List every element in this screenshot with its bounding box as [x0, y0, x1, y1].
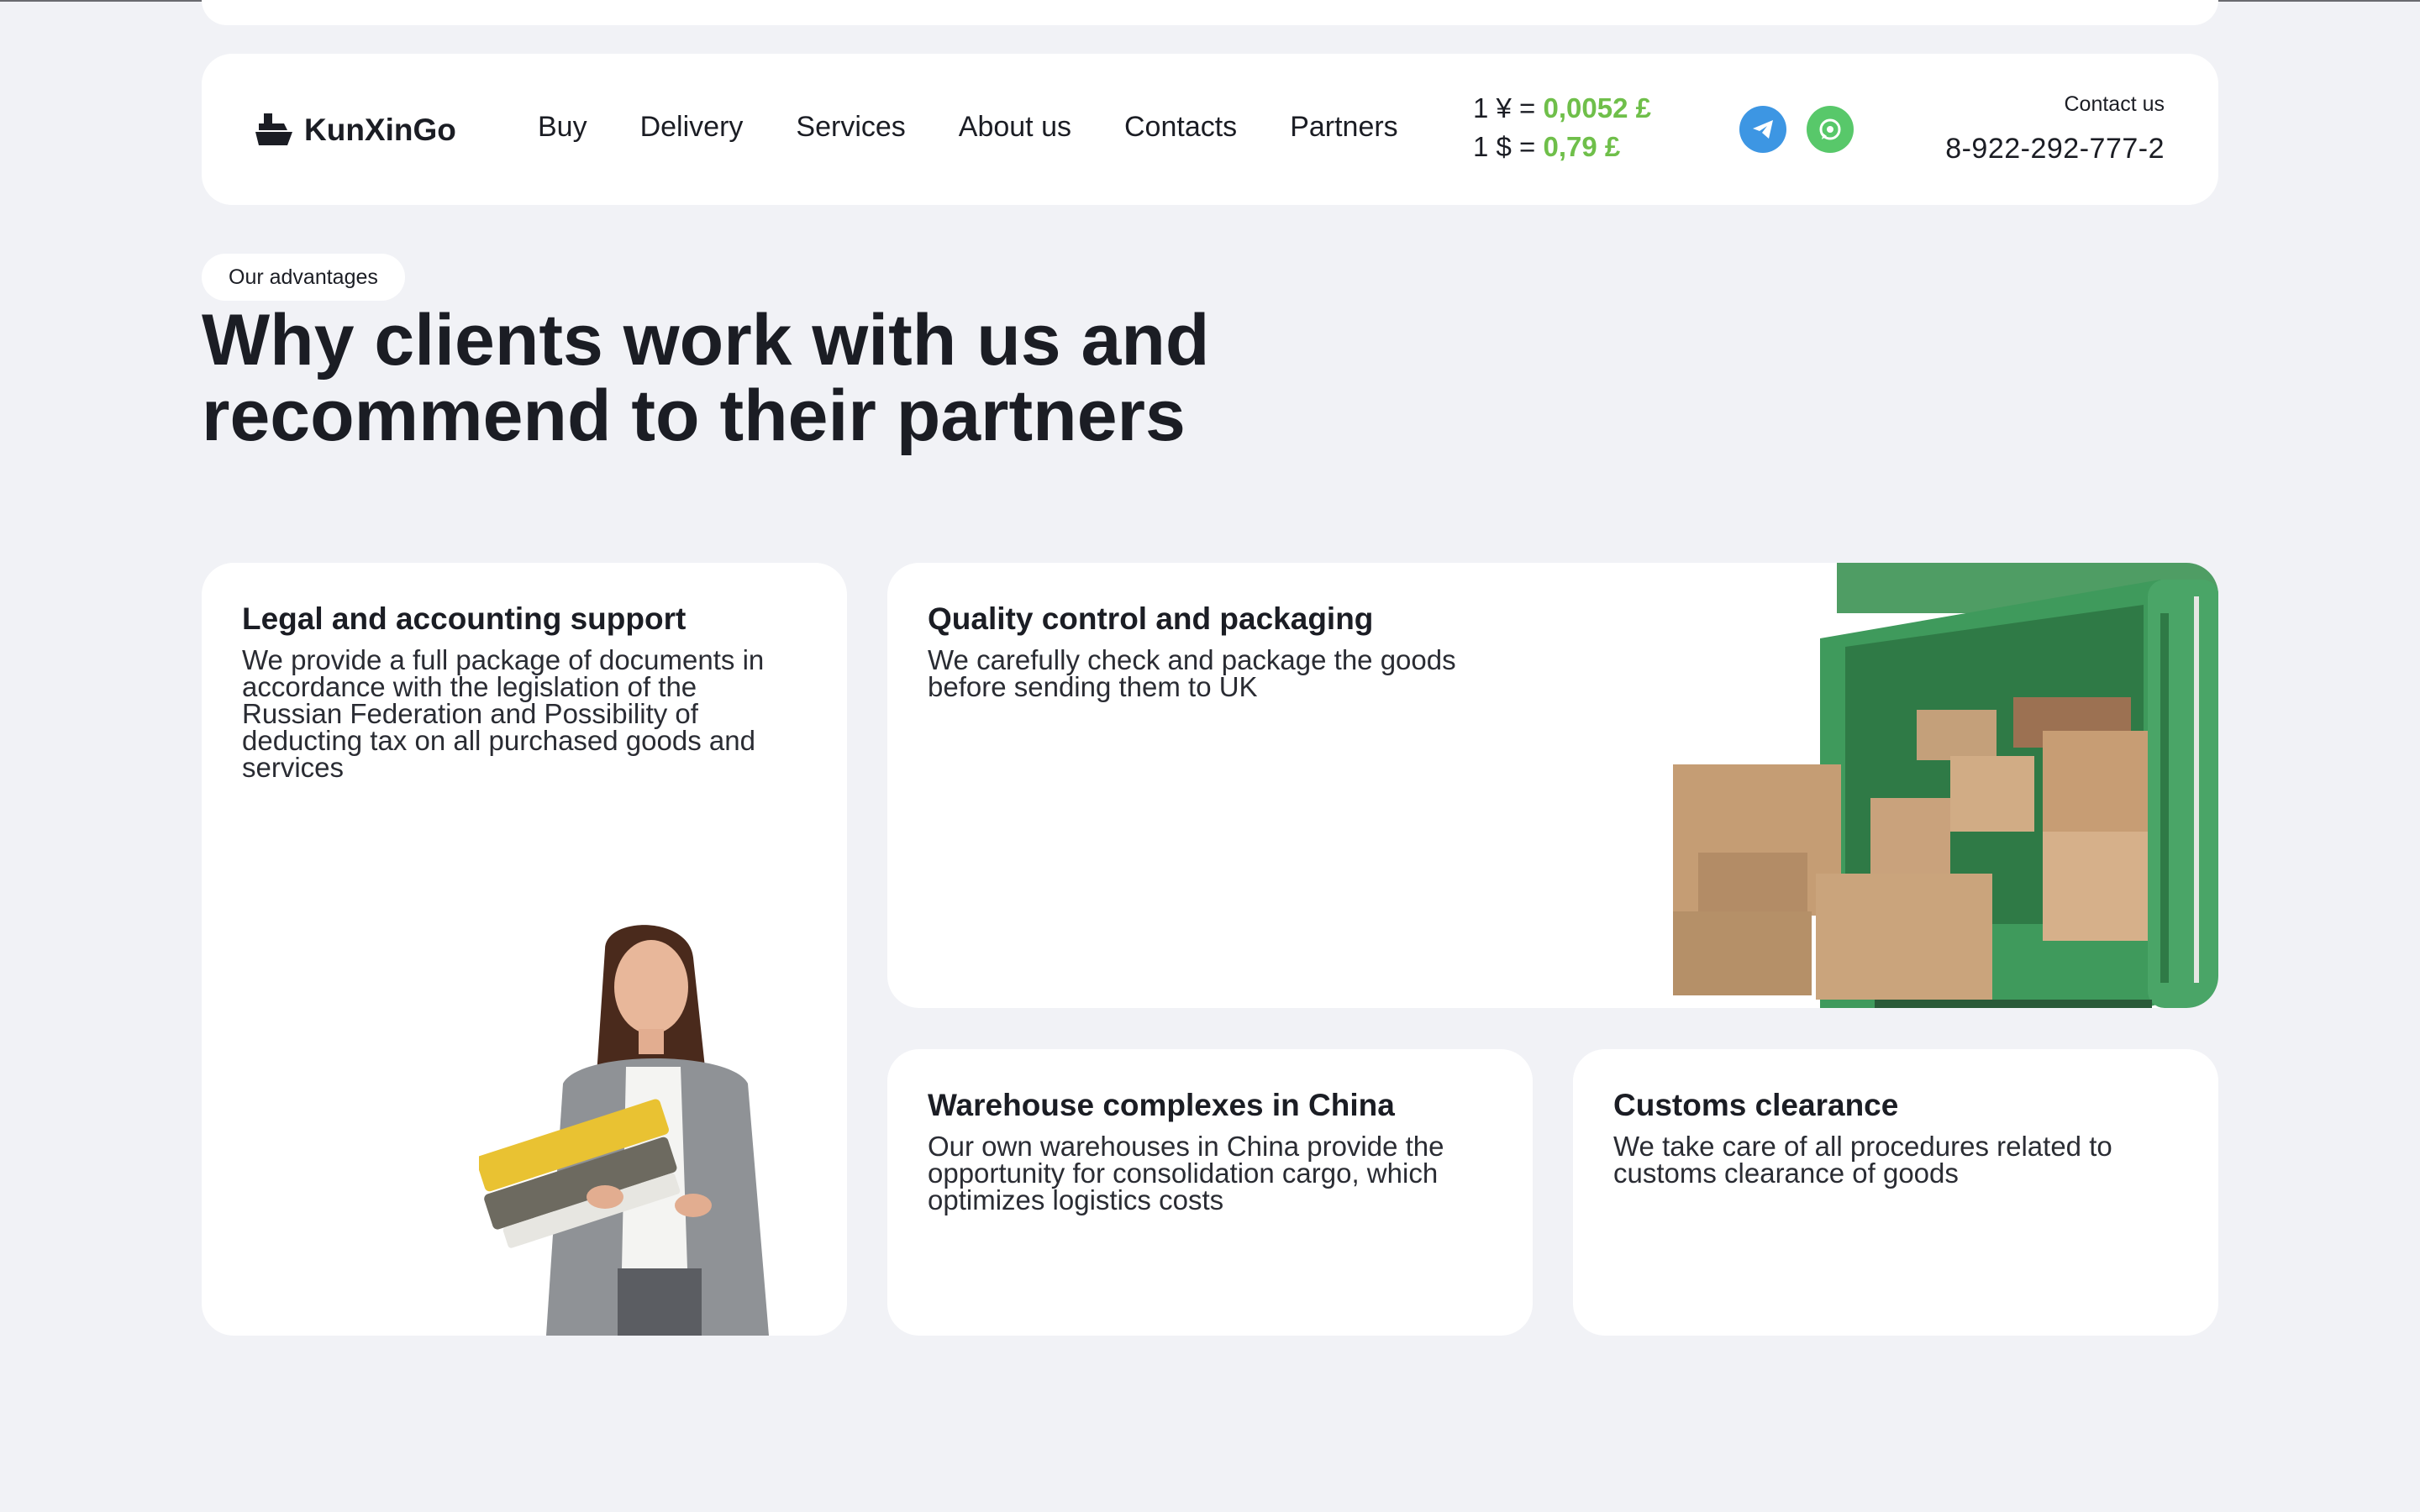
card-legal-support: Legal and accounting support We provide … — [202, 563, 847, 1336]
whatsapp-button[interactable] — [1807, 106, 1854, 153]
card-warehouse-complexes: Warehouse complexes in China Our own war… — [887, 1049, 1533, 1336]
section-badge: Our advantages — [202, 254, 405, 301]
card-title: Quality control and packaging — [928, 601, 1374, 636]
section-title: Why clients work with us and recommend t… — [202, 300, 1210, 456]
card-title: Customs clearance — [1613, 1088, 1899, 1122]
rate-dollar-value: 0,79 £ — [1543, 131, 1621, 162]
nav-partners[interactable]: Partners — [1290, 106, 1398, 148]
shipping-container-image — [1673, 563, 2218, 1008]
card-text: Our own warehouses in China provide the … — [928, 1131, 1444, 1215]
telegram-icon — [1753, 120, 1773, 139]
rate-yuan: 1 ¥ = 0,0052 £ — [1473, 89, 1651, 128]
nav-about-us[interactable]: About us — [959, 106, 1071, 148]
contact-label: Contact us — [2064, 92, 2165, 116]
whatsapp-icon — [1819, 118, 1841, 140]
nav-delivery[interactable]: Delivery — [640, 106, 744, 148]
card-title: Warehouse complexes in China — [928, 1088, 1395, 1122]
card-quality-control: Quality control and packaging We careful… — [887, 563, 2218, 1008]
nav-contacts[interactable]: Contacts — [1124, 106, 1237, 148]
telegram-button[interactable] — [1739, 106, 1786, 153]
exchange-rates: 1 ¥ = 0,0052 £ 1 $ = 0,79 £ — [1473, 89, 1651, 166]
rate-yuan-label: 1 ¥ = — [1473, 92, 1544, 123]
rate-dollar-label: 1 $ = — [1473, 131, 1544, 162]
card-text: We take care of all procedures related t… — [1613, 1131, 2112, 1189]
rate-yuan-value: 0,0052 £ — [1543, 92, 1651, 123]
rate-dollar: 1 $ = 0,79 £ — [1473, 128, 1651, 166]
nav-buy[interactable]: Buy — [538, 106, 587, 148]
contact-phone[interactable]: 8-922-292-777-2 — [1945, 133, 2165, 165]
ship-logo-icon — [255, 113, 292, 145]
woman-with-folders-image — [479, 925, 769, 1336]
nav-services[interactable]: Services — [796, 106, 905, 148]
card-text: We provide a full package of documents i… — [242, 644, 765, 783]
logo-text: KunXinGo — [304, 113, 456, 147]
site-header: KunXinGo Buy Delivery Services About us … — [202, 54, 2218, 205]
previous-section-edge — [202, 0, 2218, 25]
main-nav: Buy Delivery Services About us Contacts … — [538, 106, 1451, 148]
card-text: We carefully check and package the goods… — [928, 644, 1456, 702]
logo[interactable]: KunXinGo — [254, 109, 456, 151]
card-customs-clearance: Customs clearance We take care of all pr… — [1573, 1049, 2218, 1336]
card-title: Legal and accounting support — [242, 601, 687, 636]
